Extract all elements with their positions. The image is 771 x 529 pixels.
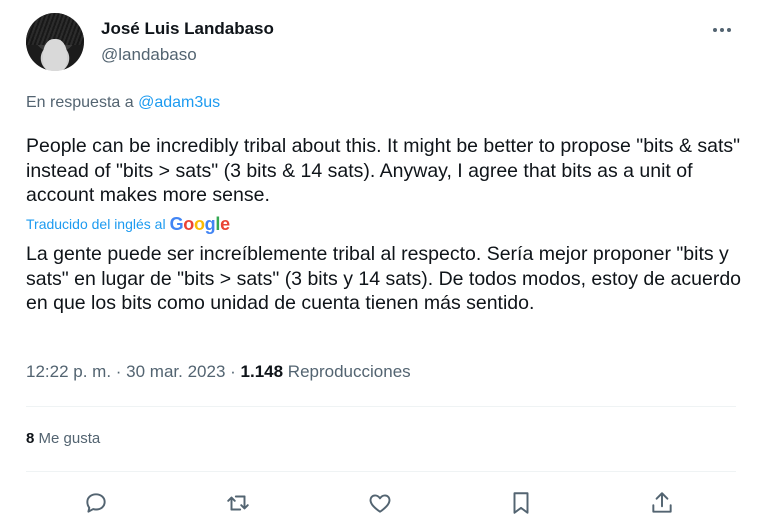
tweet-date[interactable]: 30 mar. 2023 [126, 362, 225, 381]
translation-label: Traducido del inglés al [26, 216, 166, 232]
retweet-button[interactable] [218, 483, 258, 523]
reply-prefix: En respuesta a [26, 94, 139, 111]
like-icon [369, 494, 391, 513]
retweet-icon [227, 495, 249, 511]
action-bar [0, 483, 771, 523]
reply-mention-link[interactable]: @adam3us [138, 94, 220, 111]
avatar[interactable] [26, 13, 84, 71]
tweet-meta: 12:22 p. m. · 30 mar. 2023 · 1.148 Repro… [26, 362, 411, 382]
translated-text: La gente puede ser increíblemente tribal… [26, 243, 742, 314]
more-options-button[interactable] [706, 18, 738, 42]
bookmark-button[interactable] [501, 483, 541, 523]
likes-label: Me gusta [34, 430, 101, 447]
tweet-time[interactable]: 12:22 p. m. [26, 362, 111, 381]
reply-icon [86, 493, 106, 513]
translation-note: Traducido del inglés al Google [26, 212, 230, 236]
likes-summary[interactable]: 8 Me gusta [26, 430, 100, 447]
tweet-text: People can be incredibly tribal about th… [26, 135, 741, 206]
meta-separator: · [225, 362, 241, 381]
divider [26, 471, 736, 472]
like-button[interactable] [360, 483, 400, 523]
avatar-face [43, 39, 67, 71]
views-count: 1.148 [240, 362, 284, 381]
author-handle[interactable]: @landabaso [101, 45, 197, 65]
tweet-card: José Luis Landabaso @landabaso En respue… [0, 0, 771, 529]
reply-button[interactable] [76, 483, 116, 523]
more-horizontal-icon [713, 28, 731, 32]
share-button[interactable] [642, 483, 682, 523]
reply-context: En respuesta a @adam3us [26, 94, 220, 112]
views-label: Reproducciones [283, 362, 411, 381]
divider [26, 406, 736, 407]
bookmark-icon [513, 492, 529, 514]
google-logo: Google [169, 213, 231, 234]
meta-separator: · [111, 362, 127, 381]
share-icon [652, 492, 672, 513]
author-name[interactable]: José Luis Landabaso [101, 19, 274, 39]
